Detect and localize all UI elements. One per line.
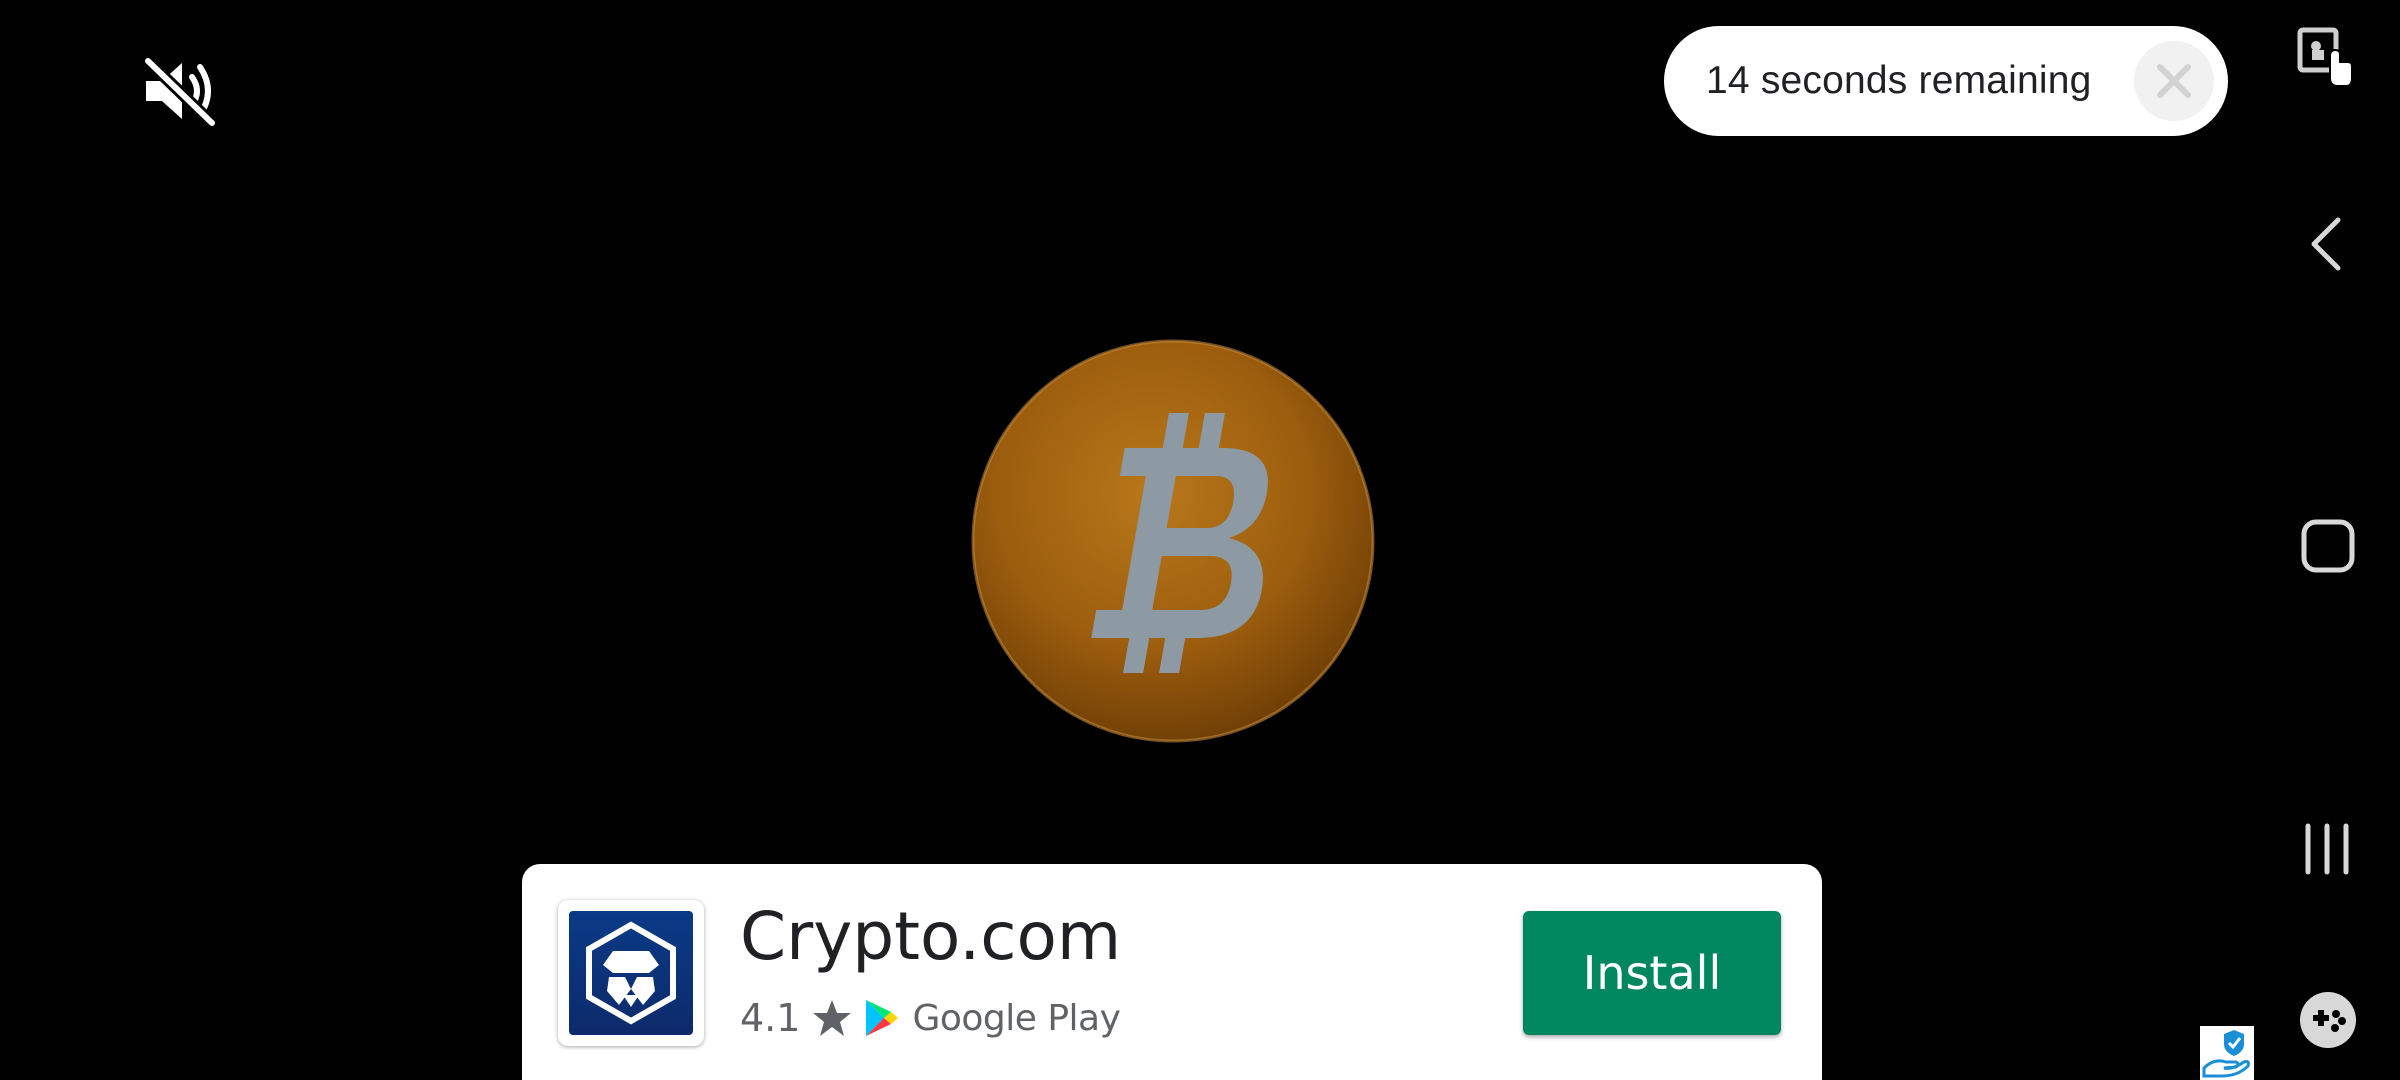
gamepad-icon [2300, 992, 2356, 1048]
nav-recents-button[interactable] [2300, 822, 2354, 876]
video-ad-screen: 14 seconds remaining Crypto.com 4.1 Goog… [0, 0, 2400, 1080]
close-ad-button[interactable] [2134, 41, 2214, 121]
volume-muted-icon [142, 55, 218, 129]
rating-value: 4.1 [740, 996, 801, 1040]
star-icon [813, 1000, 852, 1036]
shield-hand-icon [2202, 1030, 2250, 1078]
app-icon-background [569, 911, 693, 1035]
rating-row: 4.1 Google Play [740, 990, 1121, 1046]
game-tools-button[interactable] [2298, 990, 2358, 1050]
ad-video-frame[interactable] [968, 338, 1378, 748]
close-icon [2157, 64, 2191, 98]
mute-button[interactable] [140, 55, 222, 129]
crypto-com-lion-icon [586, 921, 676, 1025]
nav-back-button[interactable] [2306, 214, 2346, 274]
recents-icon [2305, 823, 2349, 875]
back-arrow-icon [2311, 217, 2341, 271]
nav-home-button[interactable] [2300, 518, 2356, 574]
countdown-text: 14 seconds remaining [1706, 59, 2092, 102]
ad-app-card[interactable]: Crypto.com 4.1 Google Play Install [522, 864, 1822, 1080]
countdown-pill: 14 seconds remaining [1664, 26, 2228, 136]
store-name: Google Play [912, 997, 1121, 1039]
install-button[interactable]: Install [1523, 911, 1781, 1035]
app-name[interactable]: Crypto.com [740, 904, 1121, 970]
bitcoin-coin [971, 339, 1375, 743]
touch-lock-button[interactable] [2296, 26, 2356, 92]
privacy-badge[interactable] [2200, 1026, 2254, 1080]
app-icon[interactable] [558, 900, 704, 1046]
home-square-icon [2301, 519, 2355, 573]
google-play-icon [866, 1000, 899, 1036]
touch-lock-icon [2297, 27, 2353, 87]
